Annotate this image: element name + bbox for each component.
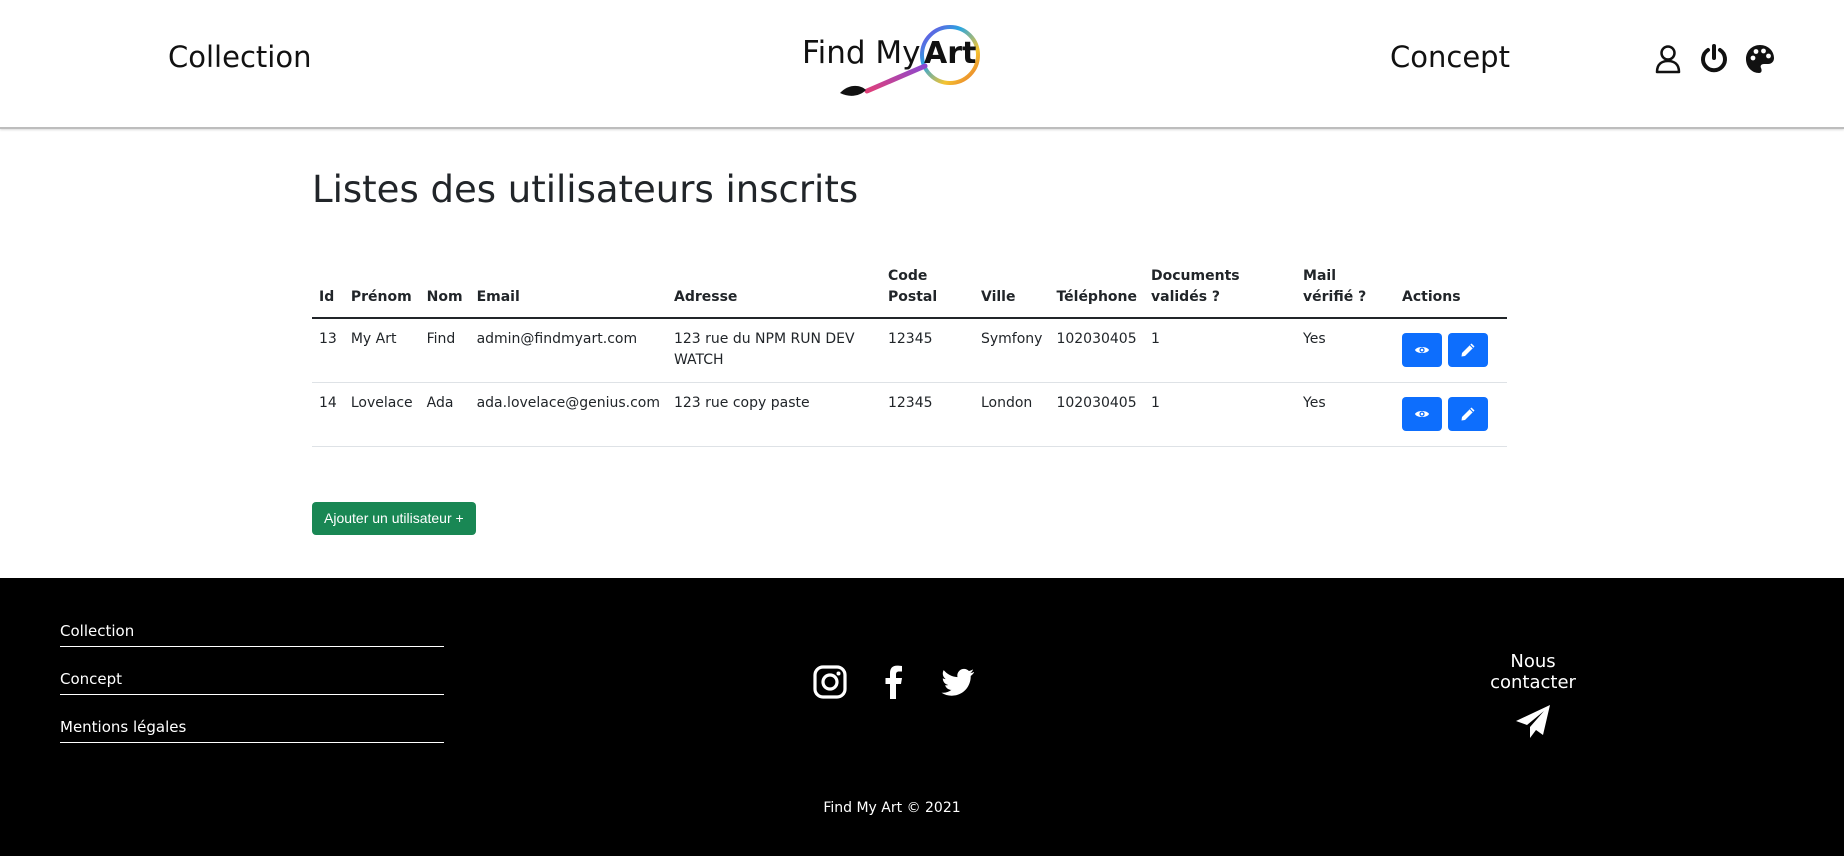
site-footer: Collection Concept Mentions légales Nous… xyxy=(0,578,1844,856)
cell-nom: Ada xyxy=(419,382,470,447)
cell-prenom: My Art xyxy=(343,318,420,383)
column-header-nom: Nom xyxy=(419,260,470,319)
instagram-icon[interactable] xyxy=(812,664,848,700)
twitter-icon[interactable] xyxy=(940,664,976,700)
nav-collection-link[interactable]: Collection xyxy=(168,40,311,74)
logo-art-text: Art xyxy=(924,36,977,71)
column-header-adresse: Adresse xyxy=(666,260,881,319)
cell-documents: 1 xyxy=(1144,318,1297,383)
cell-documents: 1 xyxy=(1144,382,1297,447)
table-row: 14 Lovelace Ada ada.lovelace@genius.com … xyxy=(312,382,1508,447)
cell-prenom: Lovelace xyxy=(343,382,420,447)
view-user-button[interactable] xyxy=(1402,396,1443,431)
cell-actions xyxy=(1395,382,1508,447)
table-header-row: Id Prénom Nom Email Adresse Code Postal … xyxy=(312,260,1508,319)
column-header-email: Email xyxy=(469,260,667,319)
footer-link-collection[interactable]: Collection xyxy=(60,622,444,647)
cell-id: 13 xyxy=(312,318,344,383)
page-title: Listes des utilisateurs inscrits xyxy=(312,168,859,211)
nav-concept-link[interactable]: Concept xyxy=(1390,40,1510,74)
column-header-telephone: Téléphone xyxy=(1049,260,1145,319)
column-header-ville: Ville xyxy=(973,260,1050,319)
cell-email: admin@findmyart.com xyxy=(469,318,667,383)
edit-user-button[interactable] xyxy=(1448,333,1489,367)
palette-icon[interactable] xyxy=(1744,43,1776,75)
cell-mail-verifie: Yes xyxy=(1296,318,1396,383)
column-header-prenom: Prénom xyxy=(343,260,420,319)
power-icon[interactable] xyxy=(1698,43,1730,75)
footer-link-mentions-legales[interactable]: Mentions légales xyxy=(60,718,444,743)
users-table: Id Prénom Nom Email Adresse Code Postal … xyxy=(312,260,1508,447)
column-header-documents: Documents validés ? xyxy=(1144,260,1297,319)
paper-plane-icon[interactable] xyxy=(1514,703,1552,741)
user-icon[interactable] xyxy=(1652,43,1684,75)
cell-adresse: 123 rue copy paste xyxy=(666,382,881,447)
cell-adresse: 123 rue du NPM RUN DEV WATCH xyxy=(666,318,881,383)
cell-code-postal: 12345 xyxy=(880,382,974,447)
pencil-icon xyxy=(1461,407,1475,420)
site-header: Collection Find My Art Concept xyxy=(0,0,1844,129)
column-header-code-postal: Code Postal xyxy=(880,260,974,319)
view-user-button[interactable] xyxy=(1402,333,1443,367)
eye-icon xyxy=(1415,410,1430,417)
column-header-mail-verifie: Mail vérifié ? xyxy=(1296,260,1396,319)
cell-telephone: 102030405 xyxy=(1049,318,1145,383)
cell-ville: Symfony xyxy=(973,318,1050,383)
cell-mail-verifie: Yes xyxy=(1296,382,1396,447)
cell-ville: London xyxy=(973,382,1050,447)
social-links xyxy=(812,664,976,700)
cell-actions xyxy=(1395,318,1508,383)
logo[interactable]: Find My Art xyxy=(800,18,990,106)
facebook-icon[interactable] xyxy=(876,664,912,700)
contact-section[interactable]: Nous contacter xyxy=(1471,651,1595,741)
edit-user-button[interactable] xyxy=(1448,396,1489,431)
column-header-id: Id xyxy=(312,260,344,319)
pencil-icon xyxy=(1461,343,1475,357)
eye-icon xyxy=(1415,347,1430,353)
cell-telephone: 102030405 xyxy=(1049,382,1145,447)
header-icon-group xyxy=(1652,43,1776,75)
column-header-actions: Actions xyxy=(1395,260,1508,319)
cell-id: 14 xyxy=(312,382,344,447)
contact-label[interactable]: Nous contacter xyxy=(1471,651,1595,693)
footer-links: Collection Concept Mentions légales xyxy=(60,622,444,766)
cell-email: ada.lovelace@genius.com xyxy=(469,382,667,447)
logo-text: Find My xyxy=(802,35,921,71)
cell-nom: Find xyxy=(419,318,470,383)
table-row: 13 My Art Find admin@findmyart.com 123 r… xyxy=(312,318,1508,383)
footer-link-concept[interactable]: Concept xyxy=(60,670,444,695)
cell-code-postal: 12345 xyxy=(880,318,974,383)
add-user-button[interactable]: Ajouter un utilisateur + xyxy=(312,502,476,535)
copyright-text: Find My Art © 2021 xyxy=(823,800,961,816)
